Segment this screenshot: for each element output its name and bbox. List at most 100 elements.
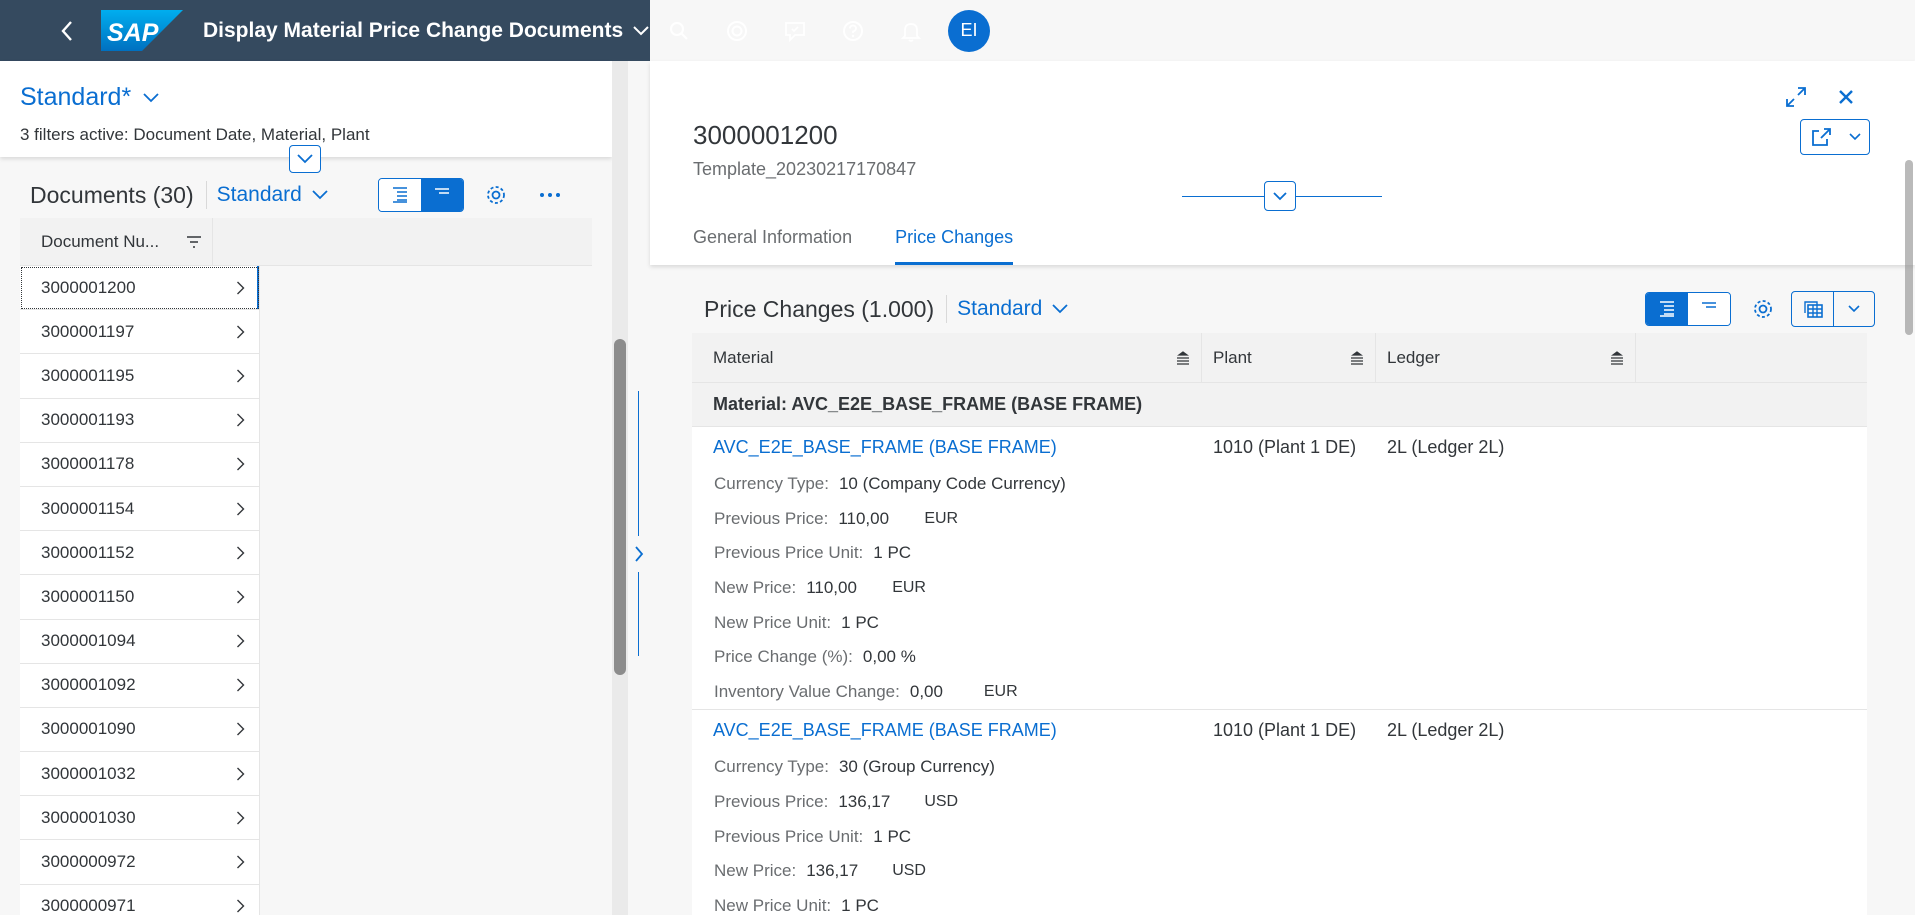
attr-value: 1 PC — [873, 826, 912, 846]
table-row[interactable]: 3000000971 — [20, 884, 260, 915]
expand-list-button[interactable] — [630, 536, 648, 572]
document-number: 3000001032 — [41, 763, 136, 783]
back-button[interactable] — [51, 15, 83, 47]
price-changes-variant-selector[interactable]: Standard — [957, 297, 1068, 321]
tab-general-information[interactable]: General Information — [693, 227, 852, 265]
new-price-attr: New Price: 110,00 EUR — [692, 571, 1867, 606]
table-settings-button[interactable] — [1743, 291, 1783, 327]
collapse-header-button[interactable] — [1264, 181, 1296, 211]
document-number: 3000000971 — [41, 896, 136, 915]
attr-label: Previous Price: — [714, 792, 829, 812]
share-menu-button[interactable] — [1800, 119, 1870, 155]
joule-button[interactable] — [708, 0, 766, 61]
filters-summary: 3 filters active: Document Date, Materia… — [20, 125, 370, 144]
table-row[interactable]: 3000001090 — [20, 707, 260, 753]
attr-value: 1 PC — [841, 612, 879, 632]
expand-rows-button[interactable] — [378, 179, 421, 211]
table-row[interactable]: AVC_E2E_BASE_FRAME (BASE FRAME) 1010 (Pl… — [692, 710, 1867, 915]
document-number: 3000001200 — [41, 277, 136, 297]
table-row[interactable]: 3000001094 — [20, 619, 260, 664]
documents-table-header: Document Nu... — [20, 218, 592, 266]
attr-label: Previous Price Unit: — [714, 826, 864, 846]
table-row[interactable]: 3000001193 — [20, 398, 260, 443]
sort-icon — [1177, 350, 1189, 365]
sap-logo[interactable]: SAP — [101, 10, 183, 51]
chevron-right-icon — [635, 546, 644, 562]
table-variant-selector[interactable]: Standard — [217, 183, 328, 207]
column-header-label: Plant — [1213, 347, 1252, 367]
attr-value: 0,00 % — [862, 647, 916, 667]
document-number: 3000001154 — [41, 498, 135, 518]
currency-code: EUR — [892, 579, 926, 597]
chevron-down-icon — [1848, 133, 1861, 141]
chevron-right-icon — [237, 767, 245, 781]
table-row[interactable]: 3000001150 — [20, 575, 260, 620]
price-change-attr: Price Change (%): 0,00 % — [692, 640, 1867, 675]
column-header-ledger[interactable]: Ledger — [1376, 333, 1636, 382]
column-header-document-number[interactable]: Document Nu... — [20, 218, 213, 265]
search-button[interactable] — [650, 0, 708, 61]
column-header-label: Ledger — [1387, 347, 1440, 367]
currency-code: EUR — [983, 682, 1018, 700]
table-row[interactable]: 3000001032 — [20, 752, 260, 797]
object-header: 3000001200 Template_20230217170847 Gener… — [650, 61, 1915, 265]
chevron-right-icon — [237, 899, 245, 913]
collapse-list-icon — [434, 188, 449, 194]
table-row[interactable]: 3000001092 — [20, 663, 260, 708]
chevron-right-icon — [237, 678, 245, 692]
variant-selector[interactable]: Standard* — [20, 83, 159, 112]
full-screen-button[interactable] — [1778, 79, 1814, 115]
view-toggle — [377, 178, 464, 212]
sort-icon — [1611, 350, 1623, 365]
table-row[interactable]: 3000001200 — [20, 266, 260, 311]
export-button[interactable] — [1792, 292, 1834, 326]
export-menu-button[interactable] — [1834, 292, 1874, 326]
user-avatar[interactable]: EI — [948, 9, 990, 52]
more-button[interactable] — [530, 177, 570, 213]
previous-price-attr: Previous Price: 136,17 USD — [692, 785, 1867, 820]
table-settings-button[interactable] — [476, 177, 516, 213]
table-row[interactable]: 3000001030 — [20, 796, 260, 841]
column-header-material[interactable]: Material — [692, 333, 1202, 382]
feedback-button[interactable] — [766, 0, 824, 61]
table-row[interactable]: 3000001195 — [20, 354, 260, 399]
close-button[interactable] — [1828, 79, 1864, 115]
column-header-nav — [213, 218, 261, 265]
chevron-down-icon — [1848, 305, 1860, 313]
expand-header-button[interactable] — [289, 145, 321, 173]
section-tabs: General Information Price Changes — [693, 227, 1014, 265]
share-icon — [1811, 128, 1831, 146]
chevron-right-icon — [237, 590, 245, 604]
column-header-plant[interactable]: Plant — [1202, 333, 1376, 382]
attr-value: 30 (Group Currency) — [838, 757, 995, 777]
tab-price-changes[interactable]: Price Changes — [895, 227, 1014, 265]
chevron-right-icon — [237, 722, 245, 736]
expand-list-icon — [1660, 301, 1674, 317]
table-variant-label: Standard — [216, 183, 302, 206]
detail-scrollbar-thumb[interactable] — [1905, 160, 1913, 335]
material-link[interactable]: AVC_E2E_BASE_FRAME (BASE FRAME) — [692, 720, 1202, 741]
table-row[interactable]: 3000001197 — [20, 310, 260, 355]
object-title: 3000001200 — [693, 120, 838, 150]
column-divider — [628, 61, 650, 915]
document-number: 3000001090 — [41, 719, 136, 739]
material-link[interactable]: AVC_E2E_BASE_FRAME (BASE FRAME) — [692, 437, 1202, 458]
attr-label: Currency Type: — [714, 757, 829, 777]
group-header-row[interactable]: Material: AVC_E2E_BASE_FRAME (BASE FRAME… — [692, 383, 1867, 427]
table-row[interactable]: 3000000972 — [20, 840, 260, 885]
notifications-button[interactable] — [882, 0, 940, 61]
table-row[interactable]: 3000001154 — [20, 486, 260, 532]
documents-table: Document Nu... 3000001200 3000001197 30000… — [20, 218, 592, 915]
help-button[interactable] — [824, 0, 882, 61]
table-row[interactable]: AVC_E2E_BASE_FRAME (BASE FRAME) 1010 (Pl… — [692, 427, 1867, 711]
scrollbar-thumb[interactable] — [614, 339, 626, 675]
collapse-rows-button[interactable] — [420, 179, 463, 211]
table-row[interactable]: 3000001152 — [20, 531, 260, 576]
collapse-rows-button[interactable] — [1688, 293, 1730, 325]
chevron-right-icon — [237, 457, 245, 471]
list-scrollbar[interactable] — [612, 61, 628, 915]
expand-rows-button[interactable] — [1646, 293, 1688, 325]
app-title-menu[interactable]: Display Material Price Change Documents — [203, 19, 649, 43]
document-number: 3000001152 — [41, 542, 135, 562]
table-row[interactable]: 3000001178 — [20, 442, 260, 487]
